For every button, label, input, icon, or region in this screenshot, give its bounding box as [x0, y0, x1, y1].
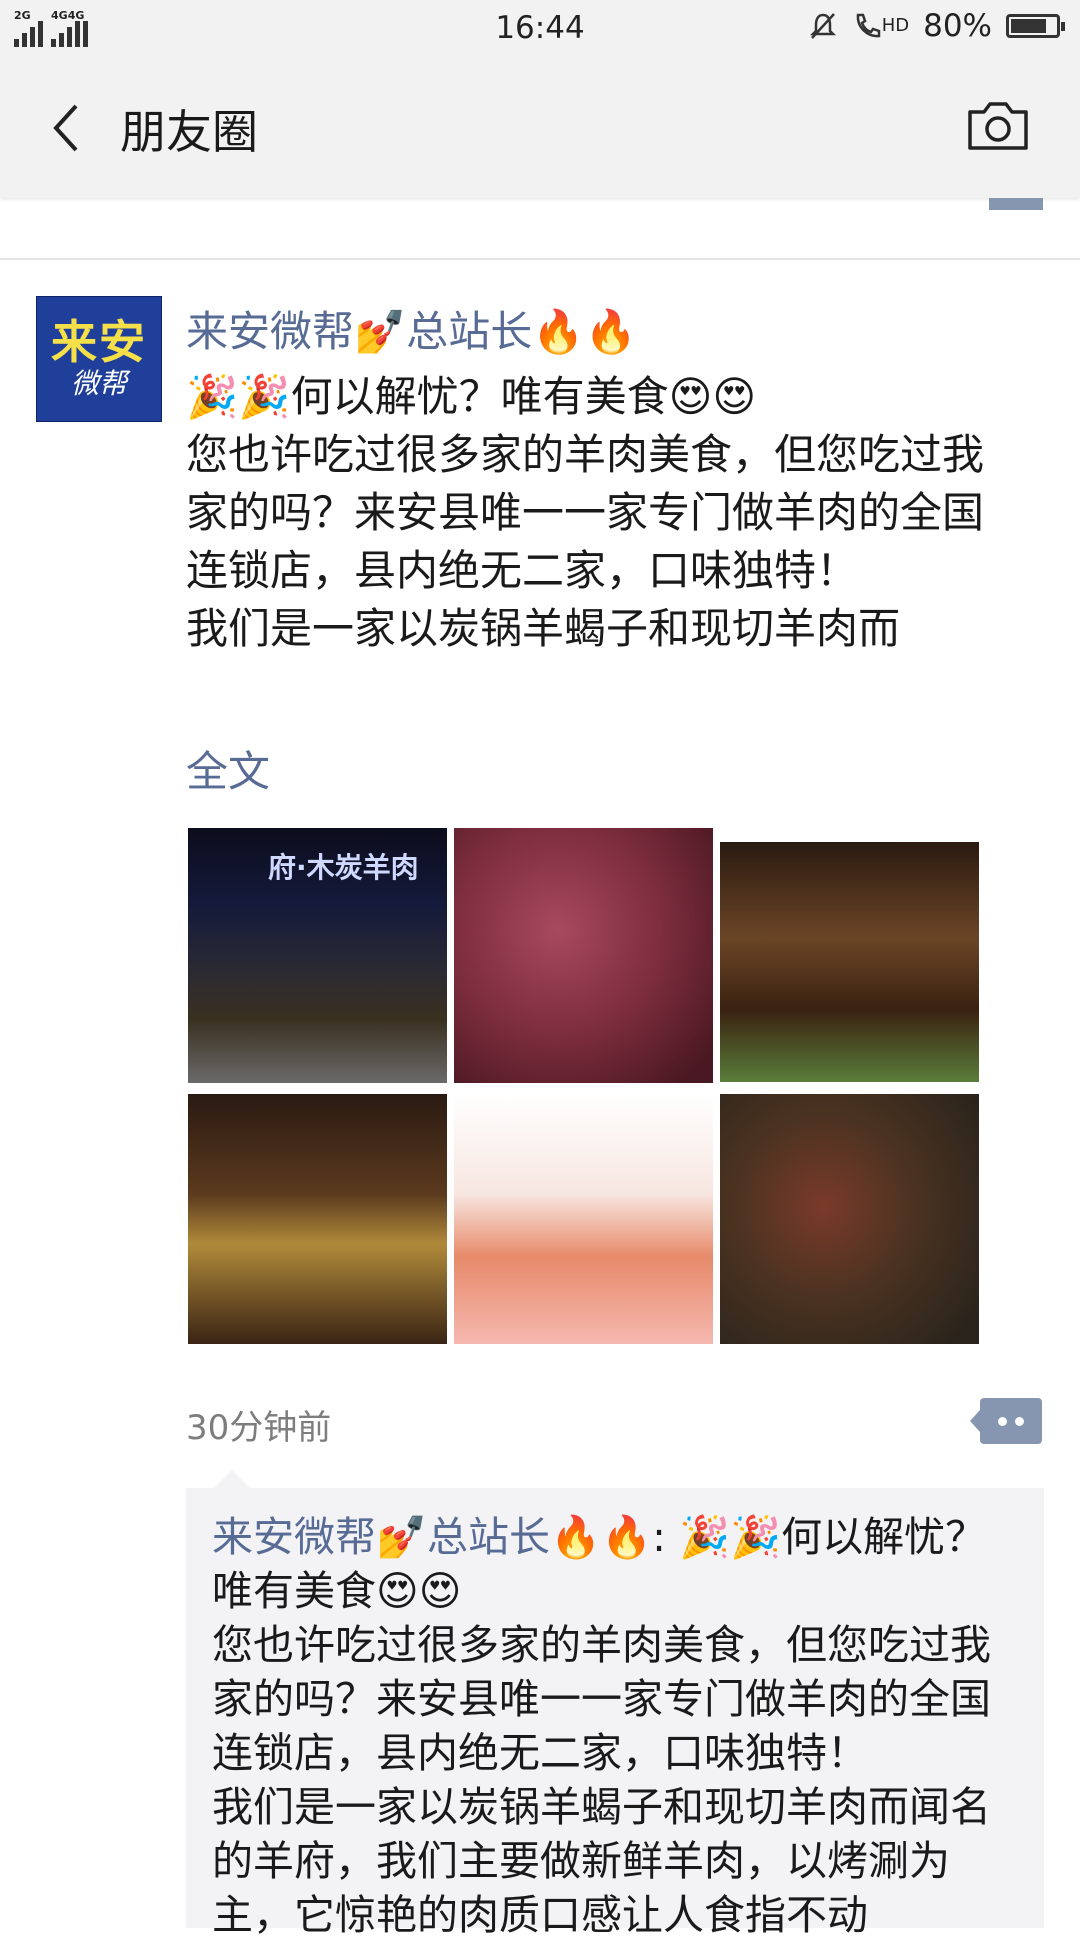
- post-line: 🎉🎉何以解忧？唯有美食😍😍: [186, 372, 757, 421]
- dot-icon: [998, 1416, 1007, 1426]
- camera-icon[interactable]: [966, 98, 1030, 152]
- dot-icon: [1015, 1416, 1024, 1426]
- avatar-text-line1: 来安: [51, 315, 147, 369]
- post-content: 🎉🎉何以解忧？唯有美食😍😍 您也许吃过很多家的羊肉美食，但您吃过我家的吗？来安县…: [186, 368, 1016, 658]
- battery-percent: 80%: [923, 8, 992, 44]
- status-bar: 2G 4G4G 16:44 HD 80%: [0, 0, 1080, 58]
- post-divider: [0, 258, 1080, 260]
- comment-item[interactable]: 来安微帮💅总站长🔥🔥: 🎉🎉何以解忧？唯有美食😍😍 您也许吃过很多家的羊肉美食，…: [212, 1510, 1018, 1942]
- hd-call-icon: HD: [852, 11, 909, 41]
- photo-restaurant-storefront[interactable]: 府·木炭羊肉: [188, 828, 447, 1083]
- post-line: 我们是一家以炭锅羊蝎子和现切羊肉而: [186, 604, 901, 653]
- hd-label: HD: [881, 15, 910, 36]
- post-line: 您也许吃过很多家的羊肉美食，但您吃过我家的吗？来安县唯一一家专门做羊肉的全国连锁…: [186, 430, 985, 595]
- photo-charcoal-hotpot[interactable]: [720, 1094, 979, 1344]
- comment-text: 🎉🎉何以解忧？唯有美食😍😍 您也许吃过很多家的羊肉美食，但您吃过我家的吗？来安县…: [212, 1513, 991, 1939]
- comment-action-button[interactable]: [970, 1398, 1042, 1444]
- back-arrow-icon[interactable]: [40, 98, 100, 158]
- post-timestamp: 30分钟前: [186, 1408, 332, 1448]
- title-bar: 朋友圈: [0, 58, 1080, 198]
- full-text-link[interactable]: 全文: [186, 738, 270, 799]
- photo-grill-dish[interactable]: [720, 842, 979, 1082]
- photo-hotpot-illustration[interactable]: [454, 1094, 713, 1344]
- comment-author[interactable]: 来安微帮💅总站长🔥🔥: [212, 1513, 652, 1561]
- post-author-name[interactable]: 来安微帮💅总站长🔥🔥: [186, 298, 637, 359]
- comments-section: 来安微帮💅总站长🔥🔥: 🎉🎉何以解忧？唯有美食😍😍 您也许吃过很多家的羊肉美食，…: [186, 1470, 1044, 1939]
- photo-copper-pot[interactable]: [188, 1094, 447, 1344]
- mute-bell-icon: [809, 13, 836, 39]
- comment-separator: :: [652, 1513, 680, 1561]
- battery-icon: [1006, 14, 1065, 38]
- photo-raw-lamb[interactable]: [454, 828, 713, 1083]
- avatar-text-line2: 微帮: [70, 367, 127, 400]
- previous-post-action-button[interactable]: [989, 198, 1043, 210]
- avatar[interactable]: 来安 微帮: [36, 296, 162, 422]
- page-title: 朋友圈: [120, 105, 258, 159]
- storefront-sign-text: 府·木炭羊肉: [268, 851, 419, 884]
